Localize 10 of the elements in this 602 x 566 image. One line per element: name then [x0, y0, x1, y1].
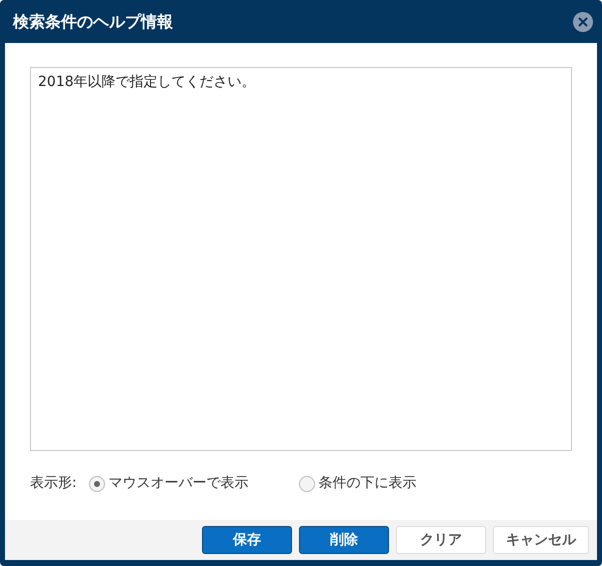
radio-option[interactable]: 条件の下に表示: [298, 473, 417, 494]
dialog-button[interactable]: キャンセル: [493, 526, 589, 554]
dialog-button[interactable]: 削除: [299, 526, 389, 554]
dialog-button[interactable]: クリア: [396, 526, 486, 554]
display-format-label: 表示形:: [30, 474, 77, 493]
radio-option[interactable]: マウスオーバーで表示: [88, 473, 249, 494]
dialog-button[interactable]: 保存: [202, 526, 292, 554]
help-text-field[interactable]: 2018年以降で指定してください。: [30, 67, 572, 451]
window-title: 検索条件のヘルプ情報: [13, 10, 173, 32]
close-icon[interactable]: [573, 12, 593, 32]
